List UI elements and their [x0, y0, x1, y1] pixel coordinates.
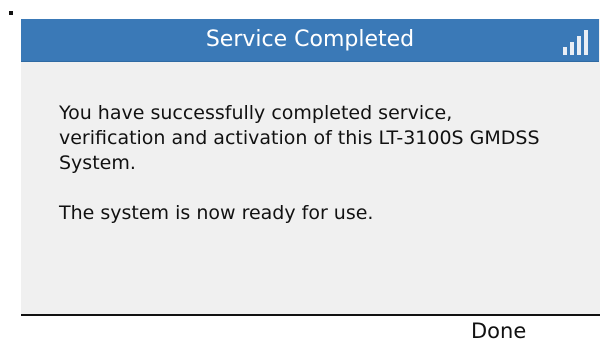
message-paragraph-2: The system is now ready for use.: [59, 202, 374, 224]
corner-dot: [9, 11, 13, 15]
dialog-message: You have successfully completed service,…: [59, 101, 559, 251]
message-paragraph-1: You have successfully completed service,…: [59, 102, 540, 174]
dialog-panel: Service Completed You have successfully …: [21, 19, 600, 316]
dialog-title: Service Completed: [205, 27, 415, 52]
device-screen: Service Completed You have successfully …: [0, 0, 600, 345]
title-bar: Service Completed: [21, 19, 599, 62]
softkey-divider: [21, 314, 600, 316]
signal-bars-icon: [561, 27, 593, 55]
done-softkey[interactable]: Done: [471, 318, 591, 345]
